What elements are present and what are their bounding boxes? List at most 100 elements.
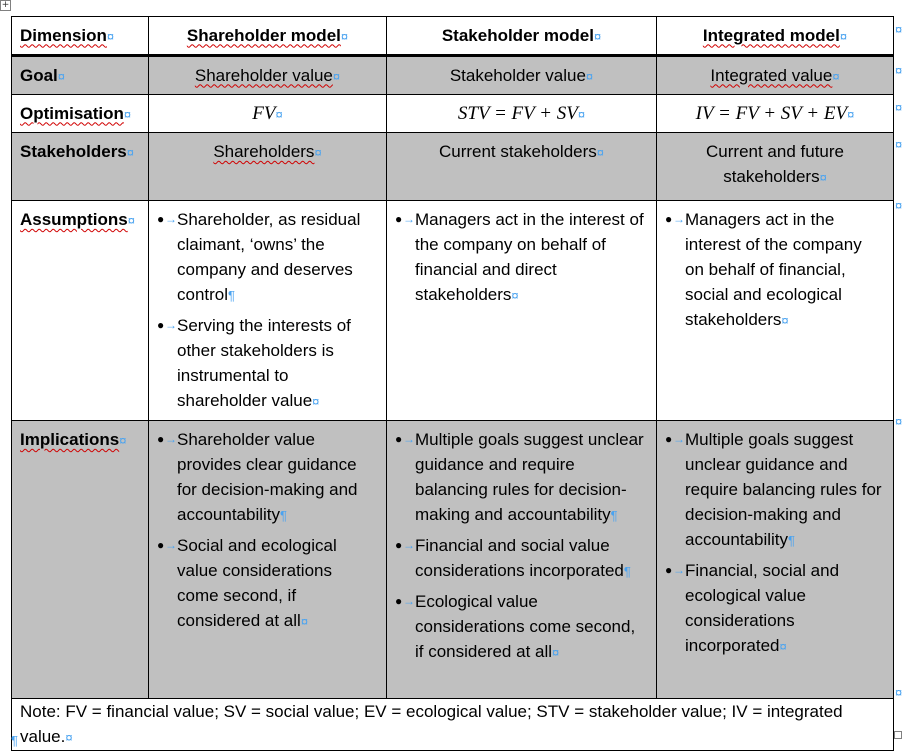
- bullet-item: ● → Shareholder value provides clear guida…: [157, 427, 378, 528]
- table-row-implications: Implications¤ ● → Shareholder value provid…: [11, 420, 894, 699]
- table-resize-handle-icon[interactable]: [894, 731, 902, 739]
- bullet-list: ● → Shareholder value provides clear guida…: [157, 427, 378, 634]
- cell-optimisation-integrated[interactable]: IV = FV + SV + EV¤: [656, 94, 894, 133]
- cell-end-mark-icon: ¤: [300, 614, 309, 629]
- bullet-icon: ●: [665, 432, 673, 446]
- cell-end-mark-icon: ¤: [847, 106, 855, 122]
- cell-assumptions-stakeholder[interactable]: ● → Managers act in the interest of the co…: [386, 200, 657, 421]
- bullet-icon: ●: [395, 594, 403, 608]
- header-row: Dimension¤ Shareholder model¤ Stakeholde…: [11, 16, 894, 57]
- tab-arrow-icon: →: [403, 432, 415, 446]
- row-end-mark-icon: ¤: [895, 22, 903, 37]
- cell-end-mark-icon: ¤: [511, 288, 519, 303]
- bullet-item: ● → Financial, social and ecological value…: [665, 558, 885, 659]
- cell-end-mark-icon: ¤: [585, 68, 594, 84]
- cell-stakeholders-integrated[interactable]: Current and future stakeholders¤: [656, 132, 894, 201]
- tab-arrow-icon: →: [673, 212, 685, 226]
- cell-end-mark-icon: ¤: [832, 68, 840, 84]
- bullet-item: ● → Serving the interests of other stakeho…: [157, 313, 378, 414]
- bullet-list: ● → Managers act in the interest of the co…: [395, 207, 648, 308]
- bullet-text: Social and ecological value consideratio…: [177, 536, 337, 630]
- cell-end-mark-icon: ¤: [340, 28, 349, 44]
- header-shareholder-model[interactable]: Shareholder model¤: [148, 16, 387, 57]
- cell-assumptions-shareholder[interactable]: ● → Shareholder, as residual claimant, ‘ow…: [148, 200, 387, 421]
- row-label-implications[interactable]: Implications¤: [11, 420, 149, 699]
- cell-stakeholders-shareholder[interactable]: Shareholders¤: [148, 132, 387, 201]
- bullet-text: Managers act in the interest of the comp…: [685, 210, 862, 329]
- paragraph-mark-icon: ¶: [228, 288, 236, 303]
- bullet-list: ● → Multiple goals suggest unclear guidanc…: [395, 427, 648, 665]
- bullet-icon: ●: [157, 212, 165, 226]
- table-row-optimisation: Optimisation¤ FV¤ STV = FV + SV¤ IV = FV…: [11, 94, 894, 133]
- table-row-stakeholders: Stakeholders¤ Shareholders¤ Current stak…: [11, 132, 894, 201]
- row-end-mark-icon: ¤: [895, 414, 903, 429]
- cell-optimisation-stakeholder[interactable]: STV = FV + SV¤: [386, 94, 657, 133]
- cell-end-mark-icon: ¤: [332, 68, 341, 84]
- bullet-item: ● → Multiple goals suggest unclear guidanc…: [395, 427, 648, 528]
- bullet-text: Shareholder, as residual claimant, ‘owns…: [177, 210, 361, 304]
- cell-end-mark-icon: ¤: [312, 394, 320, 409]
- cell-end-mark-icon: ¤: [314, 145, 322, 160]
- cell-implications-shareholder[interactable]: ● → Shareholder value provides clear guida…: [148, 420, 387, 699]
- bullet-list: ● → Multiple goals suggest unclear guidanc…: [665, 427, 885, 659]
- row-end-mark-icon: ¤: [895, 137, 903, 152]
- row-end-mark-icon: ¤: [895, 100, 903, 115]
- cell-end-mark-icon: ¤: [819, 170, 827, 185]
- bullet-icon: ●: [157, 538, 165, 552]
- bullet-icon: ●: [665, 212, 673, 226]
- cell-end-mark-icon: ¤: [119, 433, 127, 448]
- bullet-text: Serving the interests of other stakehold…: [177, 316, 351, 410]
- paragraph-mark-icon: ¶: [280, 508, 287, 523]
- cell-implications-stakeholder[interactable]: ● → Multiple goals suggest unclear guidanc…: [386, 420, 657, 699]
- paragraph-mark-icon: ¶: [623, 564, 631, 579]
- bullet-list: ● → Shareholder, as residual claimant, ‘ow…: [157, 207, 378, 414]
- bullet-item: ● → Shareholder, as residual claimant, ‘ow…: [157, 207, 378, 308]
- cell-goal-stakeholder[interactable]: Stakeholder value¤: [386, 55, 657, 95]
- formula-iv: IV = FV + SV + EV: [695, 102, 848, 124]
- bullet-item: ● → Multiple goals suggest unclear guidanc…: [665, 427, 885, 553]
- tab-arrow-icon: →: [165, 538, 177, 552]
- table-move-handle-icon[interactable]: +: [0, 0, 11, 11]
- row-end-mark-icon: ¤: [895, 198, 903, 213]
- header-dimension[interactable]: Dimension¤: [11, 16, 149, 57]
- tab-arrow-icon: →: [673, 432, 685, 446]
- tab-arrow-icon: →: [403, 212, 415, 226]
- cell-goal-integrated[interactable]: Integrated value¤: [656, 55, 894, 95]
- cell-end-mark-icon: ¤: [781, 313, 789, 328]
- bullet-text: Financial and social value consideration…: [415, 536, 624, 580]
- cell-end-mark-icon: ¤: [275, 106, 283, 122]
- bullet-icon: ●: [395, 432, 403, 446]
- bullet-icon: ●: [157, 318, 165, 332]
- cell-optimisation-shareholder[interactable]: FV¤: [148, 94, 387, 133]
- row-label-optimisation[interactable]: Optimisation¤: [11, 94, 149, 133]
- bullet-text: Multiple goals suggest unclear guidance …: [415, 430, 644, 524]
- table-row-note: Note: FV = financial value; SV = social …: [11, 698, 894, 751]
- cell-end-mark-icon: ¤: [552, 645, 560, 660]
- tab-arrow-icon: →: [165, 212, 177, 226]
- table-row-assumptions: Assumptions¤ ● → Shareholder, as residual …: [11, 200, 894, 421]
- tab-arrow-icon: →: [403, 594, 415, 608]
- cell-assumptions-integrated[interactable]: ● → Managers act in the interest of the co…: [656, 200, 894, 421]
- bullet-item: ● → Managers act in the interest of the co…: [395, 207, 648, 308]
- row-label-assumptions[interactable]: Assumptions¤: [11, 200, 149, 421]
- bullet-item: ● → Financial and social value considerati…: [395, 533, 648, 584]
- bullet-text: Ecological value considerations come sec…: [415, 592, 636, 661]
- row-label-stakeholders[interactable]: Stakeholders¤: [11, 132, 149, 201]
- bullet-text: Multiple goals suggest unclear guidance …: [685, 430, 882, 549]
- note-cell[interactable]: Note: FV = financial value; SV = social …: [11, 698, 894, 751]
- bullet-text: Shareholder value provides clear guidanc…: [177, 430, 358, 524]
- cell-implications-integrated[interactable]: ● → Multiple goals suggest unclear guidanc…: [656, 420, 894, 699]
- cell-end-mark-icon: ¤: [577, 106, 586, 122]
- bullet-icon: ●: [665, 563, 673, 577]
- row-end-mark-icon: ¤: [895, 63, 903, 78]
- header-integrated-model[interactable]: Integrated model¤: [656, 16, 894, 57]
- tab-arrow-icon: →: [403, 538, 415, 552]
- cell-goal-shareholder[interactable]: Shareholder value¤: [148, 55, 387, 95]
- cell-end-mark-icon: ¤: [839, 28, 848, 44]
- tab-arrow-icon: →: [673, 563, 685, 577]
- bullet-text: Financial, social and ecological value c…: [685, 561, 840, 655]
- cell-stakeholders-stakeholder[interactable]: Current stakeholders¤: [386, 132, 657, 201]
- header-stakeholder-model[interactable]: Stakeholder model¤: [386, 16, 657, 57]
- cell-end-mark-icon: ¤: [57, 68, 66, 84]
- row-label-goal[interactable]: Goal¤: [11, 55, 149, 95]
